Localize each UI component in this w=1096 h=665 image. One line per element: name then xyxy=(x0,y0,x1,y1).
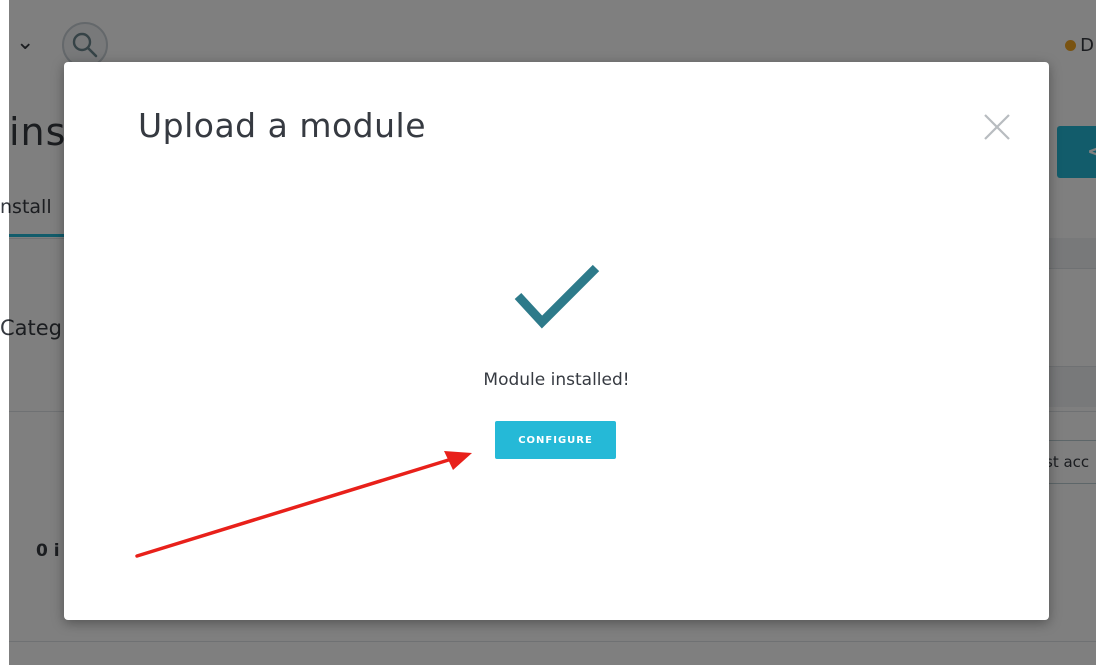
upload-module-modal: Upload a module Module installed! CONFIG… xyxy=(64,62,1049,620)
page: ⌄ D ins < nstall Categ st acc 0 i Upload… xyxy=(0,0,1096,665)
checkmark-icon xyxy=(512,262,602,332)
modal-title: Upload a module xyxy=(138,106,426,145)
success-message: Module installed! xyxy=(483,370,630,390)
configure-button[interactable]: CONFIGURE xyxy=(495,421,616,459)
close-icon[interactable] xyxy=(980,110,1014,144)
